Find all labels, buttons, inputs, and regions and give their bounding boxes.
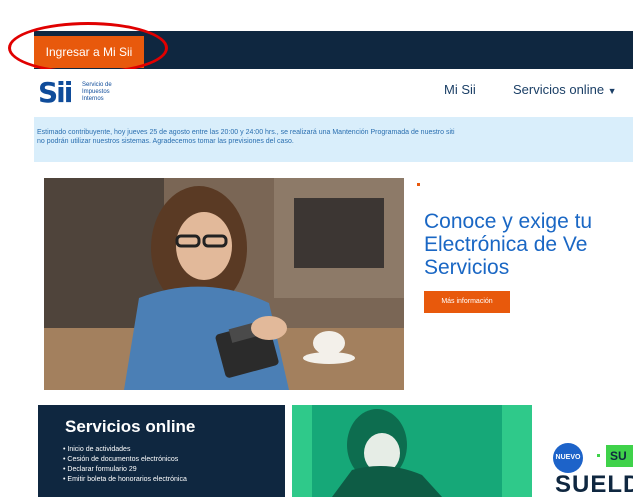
annotation-circle — [8, 22, 168, 74]
logo-subtitle-line2: Impuestos — [82, 89, 110, 95]
services-online-panel: Servicios online Inicio de actividades C… — [38, 405, 285, 497]
logo-subtitle-line3: Internos — [82, 96, 104, 102]
nuevo-badge: NUEVO — [553, 443, 583, 473]
hero-title-line-2: Electrónica de Ve — [424, 233, 588, 256]
services-item-boleta-honorarios[interactable]: Emitir boleta de honorarios electrónica — [63, 475, 186, 485]
hero-photo-illustration — [44, 178, 404, 390]
maintenance-notice: Estimado contribuyente, hoy jueves 25 de… — [34, 117, 633, 162]
services-item-inicio-actividades[interactable]: Inicio de actividades — [63, 445, 187, 455]
nav-item-servicios-online[interactable]: Servicios online ▼ — [513, 82, 617, 97]
logo-mark: Sii — [38, 76, 73, 109]
hero-title: Conoce y exige tu Electrónica de Ve Serv… — [424, 210, 633, 279]
more-info-button[interactable]: Más información — [424, 291, 510, 313]
services-item-declarar-f29[interactable]: Declarar formulario 29 — [63, 465, 187, 475]
notice-line-2: no podrán utilizar nuestros sistemas. Ag… — [37, 138, 294, 145]
hero-title-line-1: Conoce y exige tu — [424, 210, 593, 233]
services-title: Servicios online — [65, 417, 196, 436]
services-item-cesion-documentos[interactable]: Cesión de documentos electrónicos — [63, 455, 187, 465]
hero-accent-dot — [417, 183, 420, 186]
logo-subtitle: Servicio de Impuestos Internos — [82, 82, 128, 103]
logo-subtitle-line1: Servicio de — [82, 82, 112, 88]
promo-dot — [597, 454, 600, 457]
hero-title-line-3: Servicios — [424, 256, 510, 279]
sii-logo[interactable]: Sii Servicio de Impuestos Internos — [38, 76, 128, 109]
services-list: Inicio de actividades Cesión de document… — [63, 445, 187, 485]
caret-down-icon: ▼ — [607, 86, 617, 96]
nav-item-servicios-label: Servicios online — [513, 82, 605, 97]
promo-tag: SU — [606, 445, 633, 467]
hero-photo — [44, 178, 404, 390]
nav-item-mi-sii[interactable]: Mi Sii — [444, 82, 476, 97]
promo-headline: SUELD — [555, 471, 633, 498]
notice-line-1: Estimado contribuyente, hoy jueves 25 de… — [37, 129, 455, 136]
